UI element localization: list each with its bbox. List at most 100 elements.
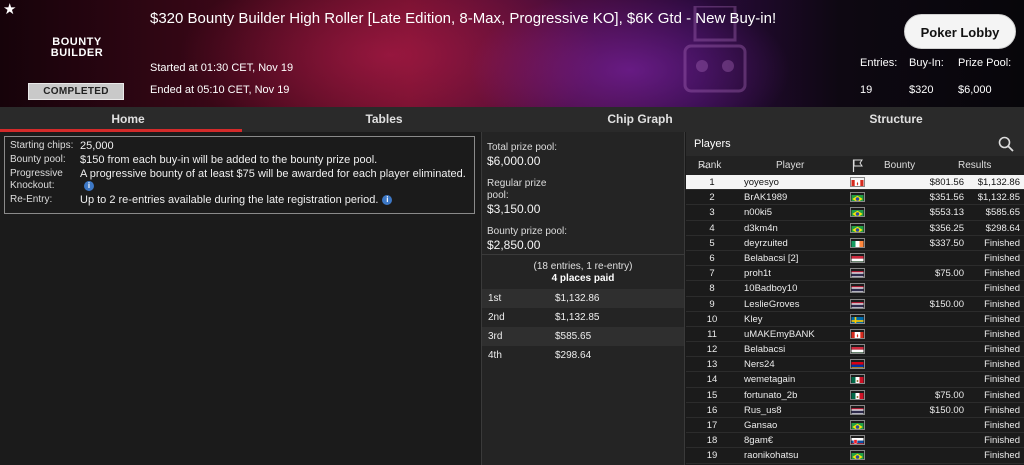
tournament-info-panel: Starting chips: 25,000 Bounty pool: $150… <box>0 132 480 465</box>
player-name: BrAK1989 <box>744 192 788 204</box>
players-column-header: Rank ︿ Player Bounty Results <box>686 156 1024 175</box>
canada-flag-icon <box>850 328 865 339</box>
logo-line-2: BUILDER <box>50 47 104 59</box>
player-rank: 13 <box>706 359 718 371</box>
player-name: wemetagain <box>744 374 796 386</box>
player-bounty: $75.00 <box>934 268 964 280</box>
player-rank: 16 <box>706 404 718 416</box>
player-row[interactable]: 15 fortunato_2b $75.00 Finished <box>686 388 1024 403</box>
prize-pool-panel: Total prize pool: $6,000.00 Regular priz… <box>481 132 685 465</box>
player-row[interactable]: 4 d3km4n $356.25 $298.64 <box>686 221 1024 236</box>
info-box: Starting chips: 25,000 Bounty pool: $150… <box>4 136 475 214</box>
player-name: Kley <box>744 313 763 325</box>
players-list: 1 yoyesyo $801.56 $1,132.86 2 BrAK1989 $351.56… <box>686 175 1024 464</box>
player-rank: 2 <box>709 192 715 204</box>
info-label: Re-Entry: <box>10 194 53 205</box>
player-bounty: $75.00 <box>934 389 964 401</box>
player-row[interactable]: 3 n00ki5 $553.13 $585.65 <box>686 205 1024 221</box>
info-icon[interactable]: i <box>84 181 94 192</box>
player-row[interactable]: 18 8gam€ Finished <box>686 433 1024 449</box>
brazil-flag-icon <box>850 420 865 430</box>
players-title: Players <box>694 138 731 150</box>
player-name: deyrzuited <box>744 237 788 249</box>
player-result: Finished <box>984 328 1020 340</box>
player-rank: 12 <box>706 344 718 356</box>
info-label: Bounty pool: <box>10 154 66 165</box>
player-name: raonikohatsu <box>744 450 799 462</box>
player-result: Finished <box>984 389 1020 401</box>
col-player[interactable]: Player <box>776 156 804 175</box>
tab-chip-graph[interactable]: Chip Graph <box>512 107 768 132</box>
player-bounty: $150.00 <box>929 404 964 416</box>
players-header: Players <box>686 132 1024 156</box>
payout-row: 4th $298.64 <box>482 346 684 365</box>
payout-place: 1st <box>488 293 502 304</box>
tab-home[interactable]: Home <box>0 107 256 132</box>
regular-prize-label: Regular prize pool: <box>487 178 547 201</box>
mexico-flag-icon <box>850 374 865 385</box>
player-result: Finished <box>984 283 1020 295</box>
player-bounty: $150.00 <box>929 298 964 310</box>
info-label: Progressive Knockout: <box>10 168 63 191</box>
sort-ascending-icon[interactable]: ︿ <box>698 156 708 175</box>
player-bounty: $801.56 <box>929 177 964 188</box>
payout-amount: $585.65 <box>555 331 592 342</box>
info-value: A progressive bounty of at least $75 wil… <box>80 168 469 192</box>
regular-prize-value: $3,150.00 <box>487 202 541 216</box>
player-row[interactable]: 16 Rus_us8 $150.00 Finished <box>686 403 1024 418</box>
player-rank: 17 <box>706 420 718 431</box>
info-row-re-entry: Re-Entry: Up to 2 re-entries available d… <box>10 194 469 206</box>
player-name: Gansao <box>744 420 778 431</box>
hungary-flag-icon <box>850 252 865 263</box>
brazil-flag-icon <box>850 450 865 461</box>
info-icon[interactable]: i <box>382 195 393 206</box>
player-row[interactable]: 5 deyrzuited $337.50 Finished <box>686 236 1024 251</box>
flag-icon[interactable] <box>852 159 864 172</box>
search-icon[interactable] <box>998 136 1014 152</box>
player-bounty: $337.50 <box>929 237 964 249</box>
tab-tables[interactable]: Tables <box>256 107 512 132</box>
player-row[interactable]: 9 LeslieGroves $150.00 Finished <box>686 297 1024 312</box>
sweden-flag-icon <box>850 313 865 324</box>
thailand-flag-icon <box>850 283 865 294</box>
canada-flag-icon <box>850 177 865 187</box>
player-result: Finished <box>984 435 1020 447</box>
player-row[interactable]: 19 raonikohatsu Finished <box>686 448 1024 464</box>
poker-lobby-button[interactable]: Poker Lobby <box>904 14 1016 49</box>
hungary-flag-icon <box>850 344 865 355</box>
player-row[interactable]: 6 Belabacsi [2] Finished <box>686 251 1024 267</box>
player-result: Finished <box>984 268 1020 280</box>
col-results[interactable]: Results <box>958 156 991 175</box>
tournament-header: ★ BOUNTY BUILDER COMPLETED $320 Bounty B… <box>0 0 1024 107</box>
player-row[interactable]: 13 Ners24 Finished <box>686 357 1024 373</box>
regular-prize-pool: Regular prize pool: $3,150.00 <box>487 178 557 216</box>
info-value-text: A progressive bounty of at least $75 wil… <box>80 168 466 180</box>
info-value: 25,000 <box>80 140 114 152</box>
player-row[interactable]: 14 wemetagain Finished <box>686 372 1024 388</box>
tournament-title: $320 Bounty Builder High Roller [Late Ed… <box>150 10 777 27</box>
player-row[interactable]: 8 10Badboy10 Finished <box>686 281 1024 297</box>
player-row[interactable]: 10 Kley Finished <box>686 312 1024 327</box>
player-rank: 1 <box>709 177 715 188</box>
player-row[interactable]: 17 Gansao Finished <box>686 418 1024 434</box>
tab-structure[interactable]: Structure <box>768 107 1024 132</box>
mexico-flag-icon <box>850 389 865 400</box>
player-name: Ners24 <box>744 359 775 371</box>
total-prize-label: Total prize pool: <box>487 142 558 153</box>
player-result: $585.65 <box>985 207 1020 219</box>
players-panel: Players Rank ︿ Player Bounty Results 1 yo… <box>686 132 1024 465</box>
player-row[interactable]: 7 proh1t $75.00 Finished <box>686 266 1024 282</box>
player-row[interactable]: 1 yoyesyo $801.56 $1,132.86 <box>686 175 1024 191</box>
player-bounty: $351.56 <box>929 192 964 204</box>
player-bounty: $553.13 <box>929 207 964 219</box>
player-row[interactable]: 11 uMAKEmyBANK Finished <box>686 327 1024 343</box>
thailand-flag-icon <box>850 268 865 279</box>
info-row-bounty-pool: Bounty pool: $150 from each buy-in will … <box>10 154 469 166</box>
col-bounty[interactable]: Bounty <box>884 156 915 175</box>
player-row[interactable]: 2 BrAK1989 $351.56 $1,132.85 <box>686 190 1024 206</box>
payout-row: 1st $1,132.86 <box>482 289 684 308</box>
player-result: Finished <box>984 420 1020 431</box>
player-result: Finished <box>984 404 1020 416</box>
player-row[interactable]: 12 Belabacsi Finished <box>686 342 1024 358</box>
favorite-star-icon[interactable]: ★ <box>3 2 16 18</box>
